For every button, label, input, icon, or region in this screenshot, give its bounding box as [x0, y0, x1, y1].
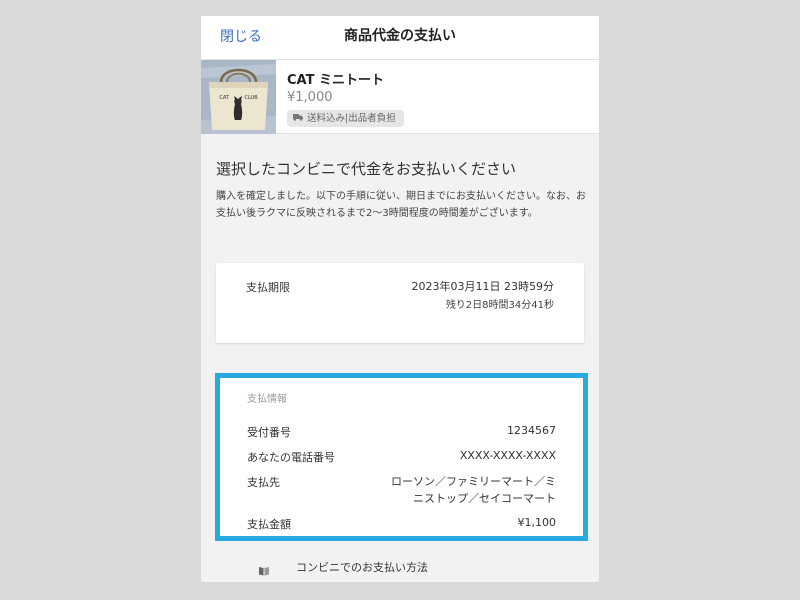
shipping-label: 送料込み|出品者負担	[307, 113, 396, 124]
payee-value: ローソン／ファミリーマート／ミニストップ／セイコーマート	[391, 475, 556, 505]
product-price: ¥1,000	[287, 90, 333, 105]
page-title: 商品代金の支払い	[344, 28, 456, 44]
payment-description: 購入を確定しました。以下の手順に従い、期日までにお支払いください。なお、お支払い…	[216, 191, 586, 219]
payment-method-help-link[interactable]: コンビニでのお支払い方法	[201, 546, 599, 582]
deadline-remaining: 残り2日8時間34分41秒	[445, 300, 554, 311]
amount-value: ¥1,100	[517, 516, 557, 529]
app-screen: 閉じる 商品代金の支払い CAT CLUB CAT ミニトート ¥1,000 送…	[201, 16, 599, 582]
phone-number-value: XXXX-XXXX-XXXX	[459, 449, 556, 462]
deadline-date: 2023年03月11日 23時59分	[411, 280, 554, 293]
product-name: CAT ミニトート	[287, 73, 384, 88]
phone-number-label: あなたの電話番号	[247, 451, 335, 464]
section-title: 選択したコンビニで代金をお支払いください	[216, 160, 517, 178]
amount-label: 支払金額	[247, 518, 291, 531]
payee-label: 支払先	[247, 476, 280, 489]
receipt-number-value: 1234567	[507, 424, 556, 437]
product-image-text: CAT CLUB	[219, 95, 258, 101]
shipping-badge: 送料込み|出品者負担	[287, 110, 404, 127]
deadline-label: 支払期限	[246, 281, 290, 294]
payment-info-card: 支払情報 受付番号 1234567 あなたの電話番号 XXXX-XXXX-XXX…	[215, 373, 588, 541]
receipt-number-label: 受付番号	[247, 426, 291, 439]
deadline-card: 支払期限 2023年03月11日 23時59分 残り2日8時間34分41秒	[216, 263, 584, 343]
truck-icon	[293, 110, 303, 127]
book-icon	[258, 561, 270, 576]
header-bar: 閉じる 商品代金の支払い	[201, 16, 599, 60]
payment-method-help-label[interactable]: コンビニでのお支払い方法	[296, 559, 428, 575]
product-image: CAT CLUB	[201, 60, 276, 134]
payment-info-heading: 支払情報	[247, 394, 287, 405]
product-summary[interactable]: CAT CLUB CAT ミニトート ¥1,000 送料込み|出品者負担	[201, 60, 599, 134]
